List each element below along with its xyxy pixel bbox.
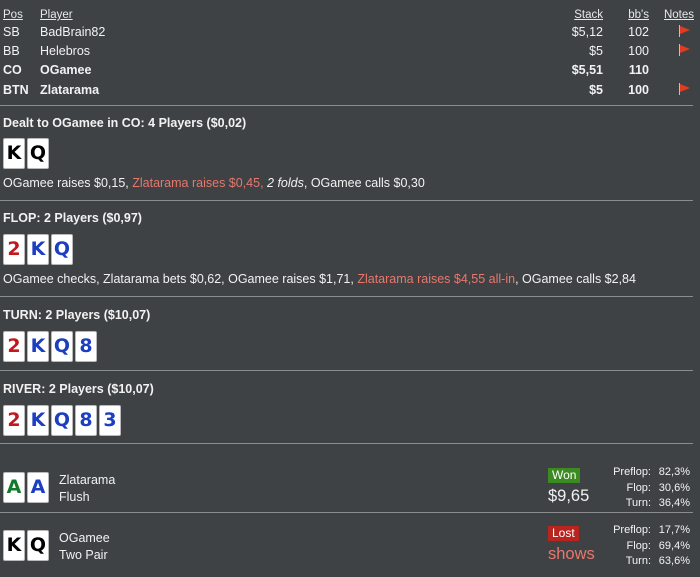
player-pos: SB: [3, 25, 20, 39]
showdown-cards: KQ: [3, 530, 51, 561]
divider: [0, 200, 693, 201]
player-bbs: 102: [628, 25, 649, 39]
preflop-actions: OGamee raises $0,15, Zlatarama raises $0…: [3, 176, 425, 190]
result-player-name[interactable]: OGamee: [59, 531, 110, 545]
action-segment: , OGamee calls $0,30: [303, 176, 425, 190]
equity-value: 17,7%: [658, 524, 690, 536]
col-notes-header[interactable]: Notes: [655, 9, 694, 21]
playing-card: 8: [75, 331, 97, 362]
player-bbs: 100: [628, 44, 649, 58]
result-hand-rank: Two Pair: [59, 548, 108, 562]
col-stack-header[interactable]: Stack: [540, 9, 603, 21]
action-segment: , OGamee calls $2,84: [515, 272, 636, 286]
player-name[interactable]: Helebros: [40, 44, 90, 58]
equity-label: Flop:: [626, 481, 651, 494]
player-stack: $5,51: [571, 63, 603, 77]
flop-actions: OGamee checks, Zlatarama bets $0,62, OGa…: [3, 272, 636, 286]
playing-card: Q: [51, 331, 73, 362]
result-amount: $9,65: [548, 487, 590, 505]
divider: [0, 296, 693, 297]
playing-card: 2: [3, 331, 25, 362]
divider: [0, 512, 693, 513]
result-amount: shows: [548, 545, 595, 563]
playing-card: Q: [27, 138, 49, 169]
playing-card: 8: [75, 405, 97, 436]
playing-card: 3: [99, 405, 121, 436]
equity-label: Flop:: [626, 539, 651, 552]
equity-value: 69,4%: [658, 539, 690, 552]
playing-card: K: [3, 138, 25, 169]
equity-value: 82,3%: [658, 466, 690, 478]
player-bbs: 110: [628, 63, 649, 77]
note-flag-icon[interactable]: [678, 44, 691, 56]
playing-card: A: [3, 472, 25, 503]
equity-label: Preflop:: [613, 524, 651, 536]
equity-label: Turn:: [625, 555, 651, 567]
preflop-title: Dealt to OGamee in CO: 4 Players ($0,02): [3, 116, 247, 130]
river-board: 2KQ83: [3, 405, 123, 436]
playing-card: Q: [27, 530, 49, 561]
equity-label: Preflop:: [613, 466, 651, 478]
result-hand-rank: Flush: [59, 490, 90, 504]
equity-label: Turn:: [625, 497, 651, 509]
player-stack: $5,12: [571, 25, 603, 39]
playing-card: K: [27, 405, 49, 436]
playing-card: K: [3, 530, 25, 561]
equity-value: 36,4%: [658, 497, 690, 509]
equity-value: 30,6%: [658, 481, 690, 494]
player-bbs: 100: [628, 83, 649, 97]
divider: [0, 443, 693, 444]
note-flag-icon[interactable]: [678, 83, 691, 95]
col-player-header[interactable]: Player: [40, 9, 73, 21]
showdown-cards: AA: [3, 472, 51, 503]
player-pos: CO: [3, 63, 22, 77]
playing-card: K: [27, 331, 49, 362]
result-badge: Lost: [548, 526, 579, 541]
action-segment: 2 folds: [267, 176, 304, 190]
player-stack: $5: [589, 83, 603, 97]
action-segment: Zlatarama raises $4,55 all-in: [357, 272, 516, 286]
flop-title: FLOP: 2 Players ($0,97): [3, 211, 142, 225]
hero-hole-cards: KQ: [3, 138, 51, 169]
playing-card: Q: [51, 234, 73, 265]
col-pos-header[interactable]: Pos: [3, 9, 23, 21]
action-segment: OGamee raises $0,15,: [3, 176, 133, 190]
river-title: RIVER: 2 Players ($10,07): [3, 382, 154, 396]
player-name[interactable]: Zlatarama: [40, 83, 99, 97]
playing-card: Q: [51, 405, 73, 436]
playing-card: 2: [3, 234, 25, 265]
player-pos: BB: [3, 44, 20, 58]
action-segment: OGamee checks, Zlatarama bets $0,62, OGa…: [3, 272, 358, 286]
playing-card: 2: [3, 405, 25, 436]
flop-board: 2KQ: [3, 234, 75, 265]
playing-card: K: [27, 234, 49, 265]
divider: [0, 105, 693, 106]
action-segment: Zlatarama raises $0,45,: [132, 176, 268, 190]
result-player-name[interactable]: Zlatarama: [59, 473, 115, 487]
player-stack: $5: [589, 44, 603, 58]
divider: [0, 370, 693, 371]
turn-title: TURN: 2 Players ($10,07): [3, 308, 151, 322]
note-flag-icon[interactable]: [678, 25, 691, 37]
col-bbs-header[interactable]: bb's: [610, 9, 649, 21]
player-name[interactable]: BadBrain82: [40, 25, 105, 39]
result-badge: Won: [548, 468, 581, 483]
playing-card: A: [27, 472, 49, 503]
turn-board: 2KQ8: [3, 331, 99, 362]
player-pos: BTN: [3, 83, 29, 97]
player-name[interactable]: OGamee: [40, 63, 91, 77]
equity-value: 63,6%: [658, 555, 690, 567]
